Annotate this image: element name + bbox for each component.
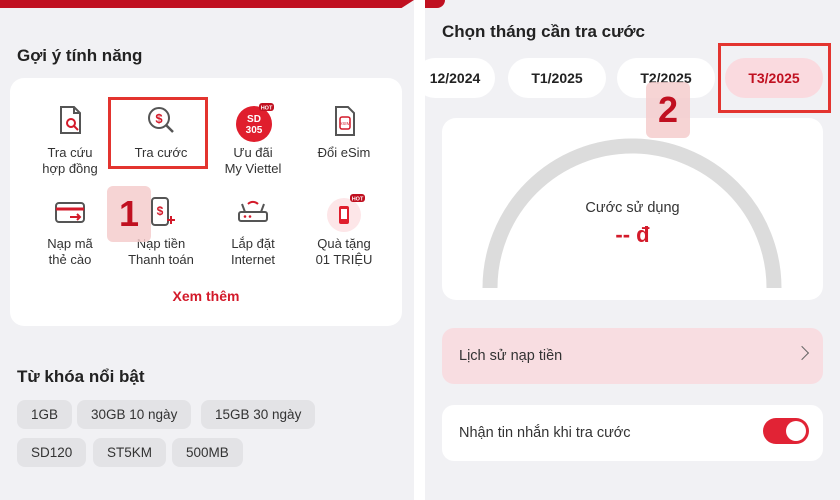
- right-screen: Chọn tháng cần tra cước 12/2024 T1/2025 …: [425, 0, 840, 500]
- svg-text:$: $: [157, 204, 164, 218]
- sd305-promo-icon: SD 305 HOT: [235, 103, 274, 142]
- keyword-chip[interactable]: SD120: [17, 438, 87, 467]
- feature-label: Tra cứu hợp đồng: [42, 145, 98, 176]
- sms-notify-toggle[interactable]: [763, 418, 809, 444]
- feature-gift-promo[interactable]: HOT Quà tặng 01 TRIỆU: [296, 194, 392, 268]
- keyword-chip[interactable]: ST5KM: [93, 438, 167, 467]
- month-picker-title: Chọn tháng cần tra cước: [442, 22, 645, 41]
- month-tab-12-2024[interactable]: 12/2024: [425, 58, 495, 98]
- keyword-chip[interactable]: 500MB: [172, 438, 243, 467]
- chevron-right-icon: [794, 345, 810, 361]
- usage-card: Cước sử dụng -- đ: [442, 118, 823, 300]
- svg-text:SD: SD: [247, 114, 261, 125]
- feature-label: Đổi eSim: [317, 145, 371, 160]
- feature-label: Nạp mã thẻ cào: [47, 236, 93, 267]
- toggle-knob: [786, 421, 806, 441]
- feature-contract-lookup[interactable]: Tra cứu hợp đồng: [22, 103, 118, 177]
- header-bar: [0, 0, 414, 8]
- feature-internet-install[interactable]: Lắp đặt Internet: [205, 194, 301, 268]
- esim-icon: eSIM: [326, 103, 362, 139]
- usage-label: Cước sử dụng: [585, 200, 680, 216]
- router-icon: [235, 194, 271, 230]
- svg-text:HOT: HOT: [352, 197, 364, 203]
- sms-notify-row: Nhận tin nhắn khi tra cước: [442, 405, 823, 461]
- svg-text:eSIM: eSIM: [340, 121, 351, 126]
- svg-text:HOT: HOT: [261, 106, 273, 112]
- see-more-link[interactable]: Xem thêm: [10, 288, 402, 304]
- keywords-title: Từ khóa nổi bật: [17, 367, 145, 386]
- scratch-card-icon: [52, 194, 88, 230]
- feature-label: Lắp đặt Internet: [230, 236, 276, 267]
- feature-label: Ưu đãi My Viettel: [224, 145, 282, 176]
- topup-history-row[interactable]: Lịch sử nạp tiền: [442, 328, 823, 384]
- left-screen: Gợi ý tính năng Tra cứu hợp đồng $ Tra c…: [0, 0, 414, 500]
- feature-my-viettel-promo[interactable]: SD 305 HOT Ưu đãi My Viettel: [205, 103, 301, 177]
- topup-history-label: Lịch sử nạp tiền: [459, 348, 563, 364]
- header-bar: [425, 0, 445, 8]
- contract-search-icon: [52, 103, 88, 139]
- gift-phone-icon: HOT: [326, 194, 365, 232]
- feature-esim[interactable]: eSIM Đổi eSim: [296, 103, 392, 161]
- feature-scratch-card[interactable]: Nạp mã thẻ cào: [22, 194, 118, 268]
- keyword-chip[interactable]: 15GB 30 ngày: [201, 400, 316, 429]
- feature-label: Quà tặng 01 TRIỆU: [315, 236, 373, 267]
- svg-text:305: 305: [246, 125, 263, 136]
- highlight-box-bill-lookup: [108, 97, 208, 169]
- features-title: Gợi ý tính năng: [17, 46, 143, 65]
- keyword-chip[interactable]: 30GB 10 ngày: [77, 400, 192, 429]
- keyword-chip[interactable]: 1GB: [17, 400, 73, 429]
- month-tab-t1-2025[interactable]: T1/2025: [508, 58, 606, 98]
- sms-notify-label: Nhận tin nhắn khi tra cước: [459, 425, 631, 441]
- usage-value: -- đ: [615, 222, 650, 247]
- highlight-box-selected-month: [718, 43, 831, 113]
- step-badge-1: 1: [107, 186, 151, 242]
- step-badge-2: 2: [646, 82, 690, 138]
